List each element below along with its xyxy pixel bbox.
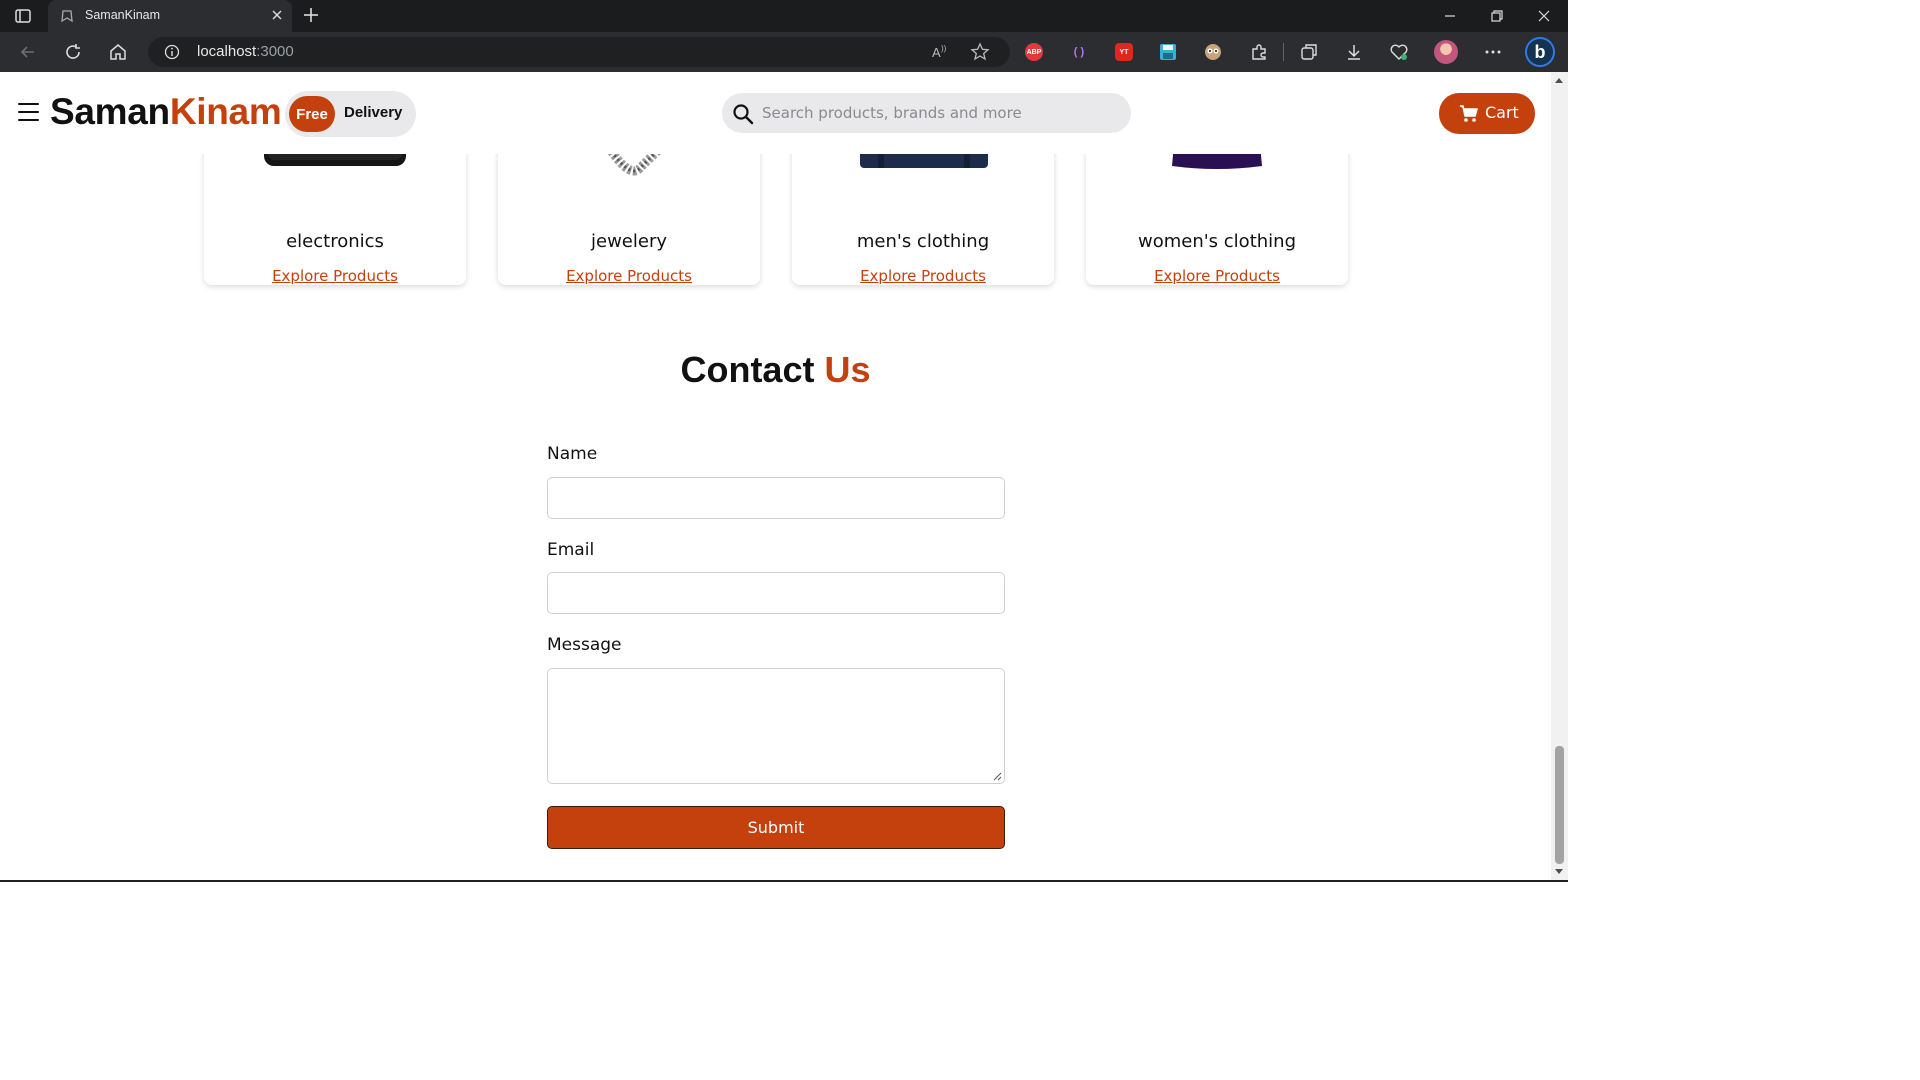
downloads-icon[interactable] [1344,42,1364,62]
extension-red-icon[interactable]: YT [1115,43,1133,61]
close-window-icon[interactable] [1534,6,1554,26]
browser-tab-active[interactable]: SamanKinam [48,0,292,32]
brand-name-part1: Saman [50,91,170,132]
tab-strip: SamanKinam [0,0,1568,32]
close-tab-icon[interactable] [270,8,284,22]
site-favicon-icon [61,10,73,23]
message-textarea[interactable] [547,668,1005,784]
window-bottom-border [0,880,1568,882]
restore-icon[interactable] [1487,6,1507,26]
brand-name-part2: Kinam [169,91,282,132]
explore-products-link[interactable]: Explore Products [1086,267,1348,285]
page-viewport: electronics Explore Products jewelery Ex… [0,72,1551,880]
minimize-icon[interactable] [1440,6,1460,26]
tab-title: SamanKinam [85,8,161,22]
favorite-star-icon[interactable] [970,42,990,62]
tab-actions-icon[interactable] [14,7,32,25]
address-bar[interactable]: localhost:3000 A )) [148,37,1010,67]
site-info-icon[interactable] [164,44,180,60]
extension-face-icon[interactable] [1204,43,1222,61]
more-icon[interactable] [1483,42,1503,62]
browser-toolbar: localhost:3000 A )) ABP ( ) YT b [0,32,1568,72]
search-input[interactable] [762,101,1112,125]
svg-text:A: A [932,45,941,60]
profile-avatar[interactable] [1434,40,1458,64]
email-field[interactable] [547,572,1005,614]
search-bar [722,93,1131,133]
save-extension-icon[interactable] [1159,43,1177,61]
message-label: Message [547,635,622,655]
adblock-plus-icon[interactable]: ABP [1025,43,1043,61]
brand-logo[interactable]: SamanKinam [50,91,282,133]
contact-heading-part2: Us [824,349,871,390]
search-icon[interactable] [732,103,754,125]
contact-heading: Contact Us [0,349,1551,391]
name-label: Name [547,444,598,464]
url-text: localhost:3000 [197,43,294,60]
category-name: electronics [286,231,384,252]
extension-purple-icon[interactable]: ( ) [1070,43,1088,61]
page-scrollbar[interactable] [1551,72,1568,880]
url-port: :3000 [256,43,294,60]
svg-text:)): )) [941,44,947,53]
cart-label: Cart [1485,103,1519,122]
read-aloud-icon[interactable]: A )) [930,42,950,62]
refresh-icon[interactable] [63,42,83,62]
bing-copilot-icon[interactable]: b [1525,37,1555,67]
contact-heading-part1: Contact [680,349,815,390]
new-tab-icon[interactable] [302,6,320,24]
extensions-icon[interactable] [1249,42,1269,62]
scroll-down-arrow-icon[interactable] [1555,869,1563,874]
free-pill: Free [289,96,335,132]
free-delivery-badge: Free Delivery [285,91,416,137]
category-name: men's clothing [856,231,990,252]
collections-icon[interactable] [1299,42,1319,62]
toolbar-separator [1283,43,1284,61]
resize-grip-icon[interactable] [993,772,1002,781]
site-navbar: SamanKinam Free Delivery Cart [0,72,1551,154]
email-label: Email [547,540,595,560]
menu-icon[interactable] [18,102,40,124]
delivery-label: Delivery [344,104,403,121]
performance-icon[interactable] [1389,42,1409,62]
url-host: localhost [197,43,257,60]
cart-button[interactable]: Cart [1439,93,1535,134]
explore-products-link[interactable]: Explore Products [204,267,466,285]
scrollbar-thumb[interactable] [1555,746,1564,864]
scroll-up-arrow-icon[interactable] [1555,78,1563,83]
shopping-cart-icon [1460,105,1478,122]
submit-button[interactable]: Submit [547,806,1005,849]
back-icon[interactable] [18,42,38,62]
explore-products-link[interactable]: Explore Products [792,267,1054,285]
category-name: jewelery [591,231,667,252]
category-name: women's clothing [1137,231,1296,252]
explore-products-link[interactable]: Explore Products [498,267,760,285]
home-icon[interactable] [108,42,128,62]
name-field[interactable] [547,477,1005,519]
browser-chrome: SamanKinam localhost:3000 A)) ABP () Y… [0,0,1568,72]
